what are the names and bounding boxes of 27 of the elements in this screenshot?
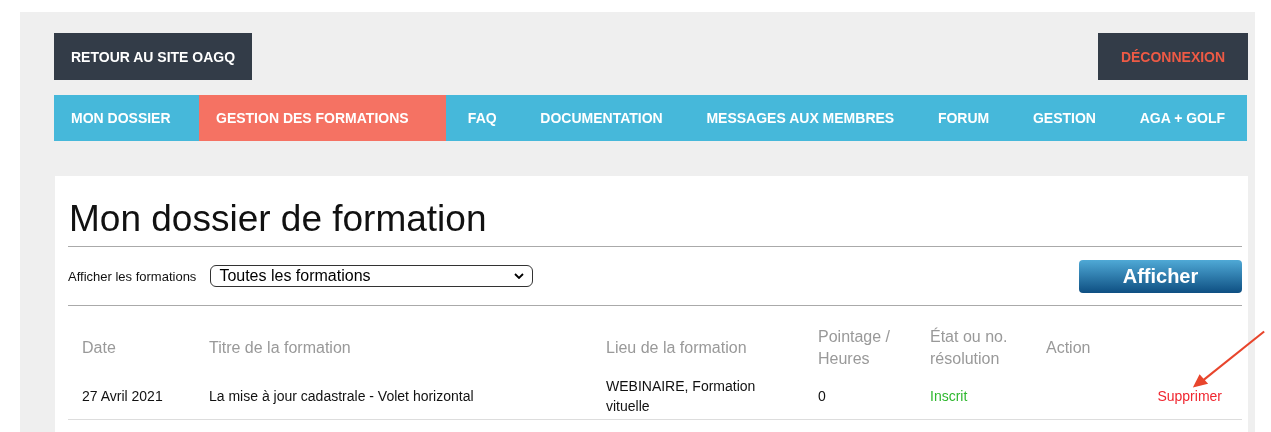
nav-tab[interactable]: AGA + GOLF (1117, 95, 1247, 141)
column-header: Lieu de la formation (605, 338, 748, 359)
column-header: Pointage / Heures (817, 327, 892, 370)
filter-label: Afficher les formations (68, 268, 197, 284)
caret-icon (514, 273, 525, 279)
table-cell-text: La mise à jour cadastrale - Volet horizontal (208, 387, 475, 406)
column-header: État ou no. résolution (929, 326, 1009, 370)
filter-dropdown[interactable]: Toutes les formations (210, 265, 534, 287)
logout-button[interactable]: DÉCONNEXION (1098, 33, 1248, 80)
table-cell-text: 27 Avril 2021 (81, 387, 164, 406)
back-to-site-button[interactable]: RETOUR AU SITE OAGQ (54, 33, 253, 80)
column-header: Date (81, 338, 117, 359)
nav-tab[interactable]: MON DOSSIER (54, 95, 199, 141)
show-button[interactable]: Afficher (1079, 259, 1242, 293)
nav-tab[interactable]: GESTION (1011, 95, 1118, 141)
nav-tab[interactable]: MESSAGES AUX MEMBRES (684, 95, 917, 141)
column-header: Action (1045, 338, 1092, 359)
column-header: Titre de la formation (208, 338, 352, 359)
delete-link[interactable]: Supprimer (1157, 388, 1222, 404)
nav-tab[interactable]: FORUM (916, 95, 1012, 141)
table-cell-text: 0 (817, 387, 827, 406)
nav-tab[interactable]: GESTION DES FORMATIONS (199, 95, 446, 141)
nav-tab[interactable]: FAQ (446, 95, 519, 141)
nav-tab[interactable]: DOCUMENTATION (518, 95, 685, 141)
table-cell-text: WEBINAIRE, Formation vituelle (605, 377, 757, 416)
status-text: Inscrit (929, 387, 969, 406)
page-title: Mon dossier de formation (68, 176, 1242, 247)
